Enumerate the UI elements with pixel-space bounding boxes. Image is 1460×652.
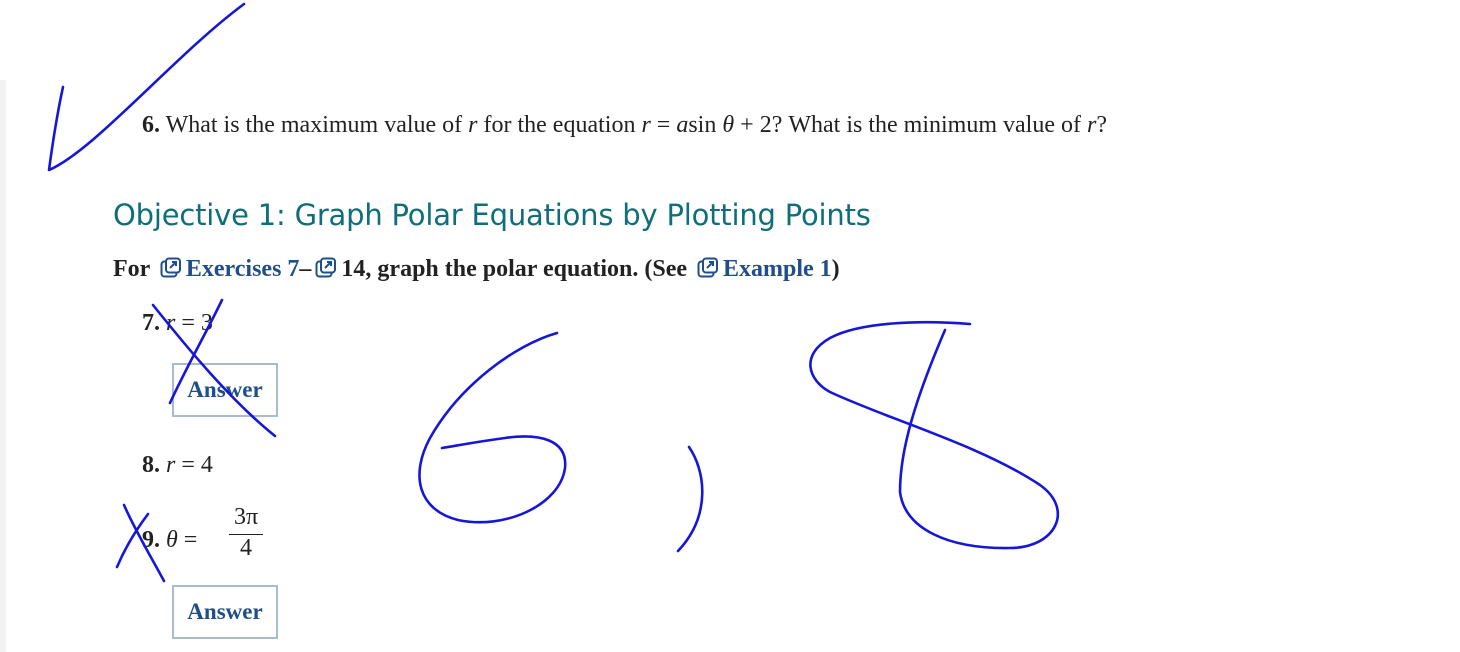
handwriting-overlay (47, 2, 1060, 583)
handwritten-digit-eight (809, 320, 1060, 550)
handwritten-digit-six (418, 331, 567, 524)
handwritten-comma (676, 445, 704, 553)
cross-out-exercise-7-b (168, 298, 224, 405)
cross-out-exercise-7-a (151, 303, 277, 438)
checkmark-stroke (47, 2, 246, 172)
